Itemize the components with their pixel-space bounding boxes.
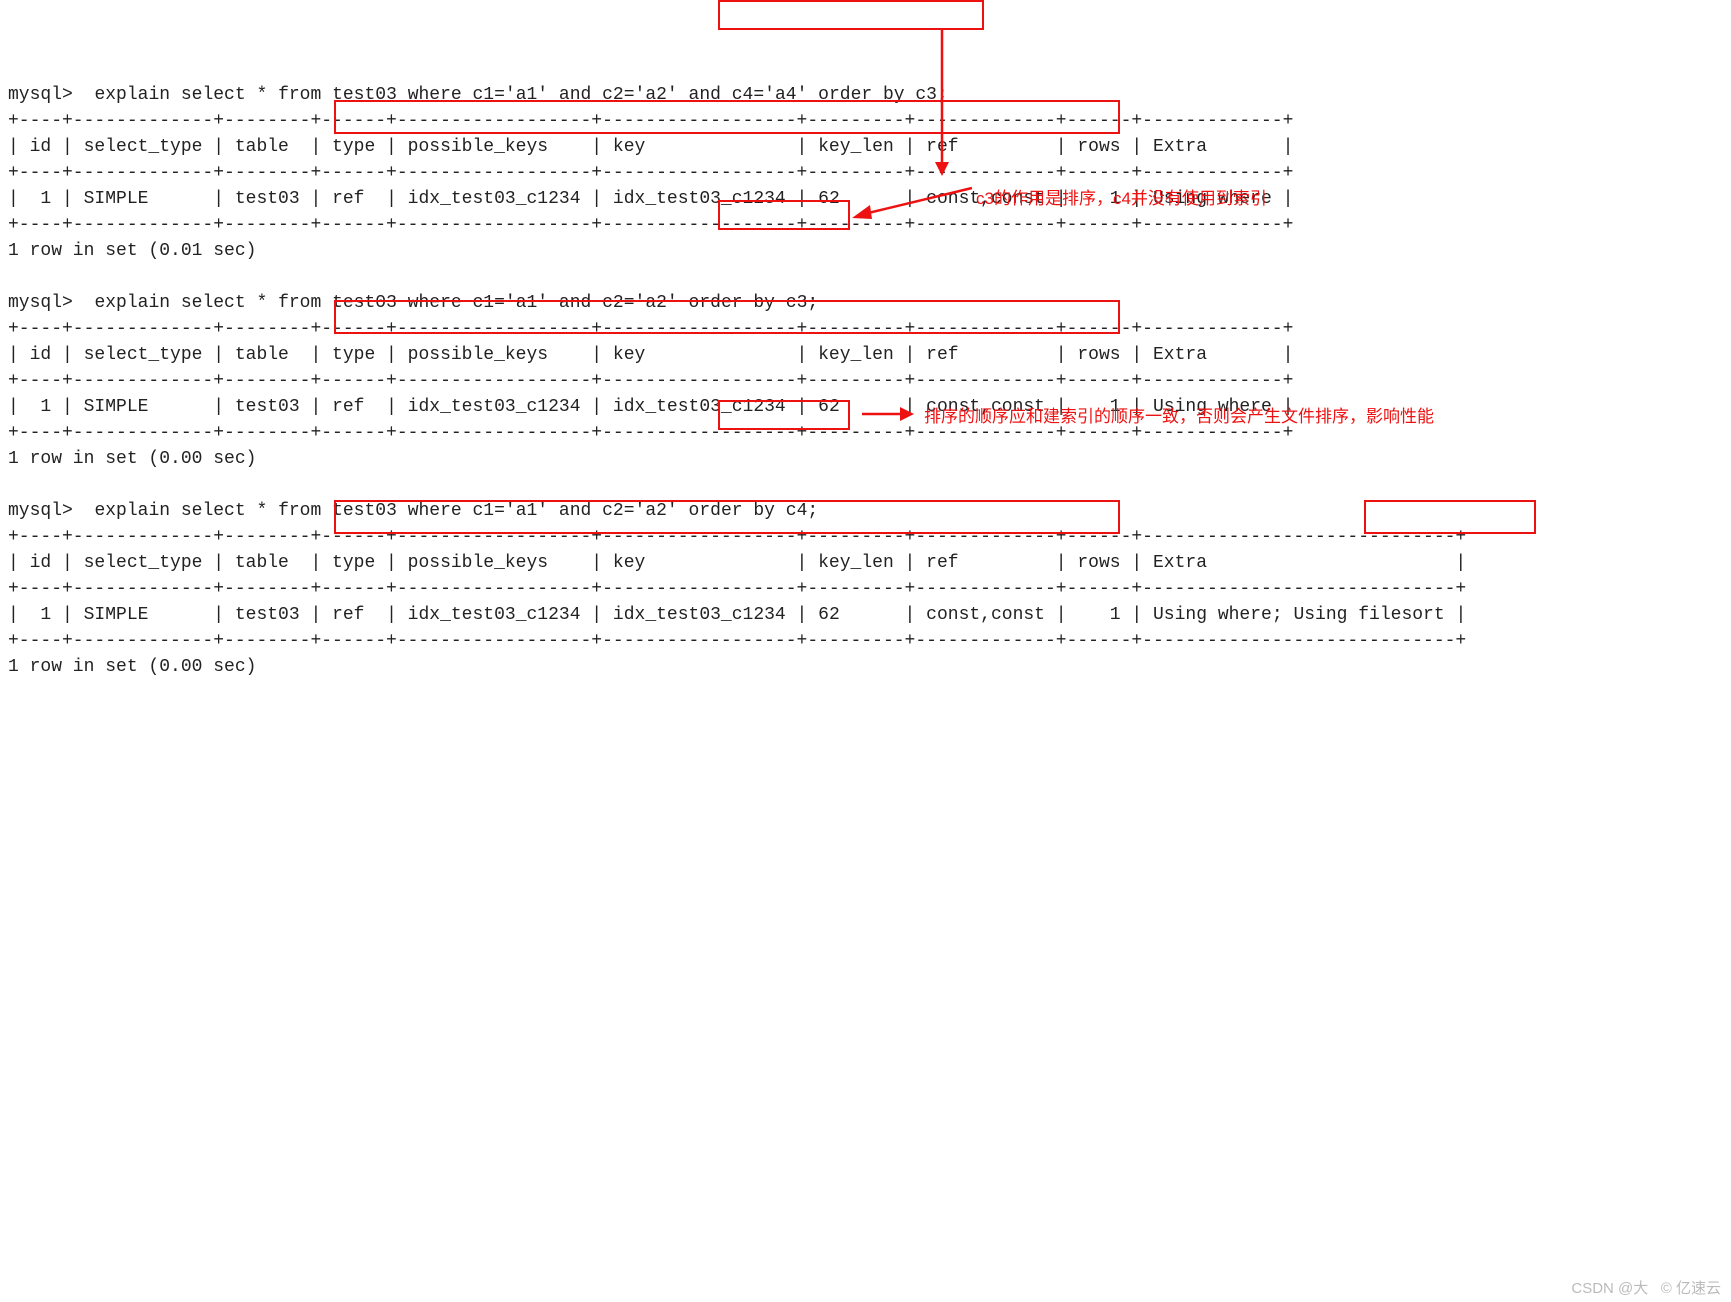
mysql-prompt: mysql> xyxy=(8,85,84,105)
highlight-box-sql2 xyxy=(718,200,850,230)
arrow-left-icon xyxy=(852,180,974,220)
table-border: +----+-------------+--------+------+----… xyxy=(8,215,1293,235)
table-row-2: | 1 | SIMPLE | test03 | xyxy=(8,397,332,417)
watermark: CSDN @大 © 亿速云 xyxy=(1571,1276,1721,1302)
table-header-1: | id | select_type | table | type | poss… xyxy=(8,137,1293,157)
result-footer-2: 1 row in set (0.00 sec) xyxy=(8,449,256,469)
result-footer-3: 1 row in set (0.00 sec) xyxy=(8,657,256,677)
table-header-3: | id | select_type | table | type | poss… xyxy=(8,553,1466,573)
arrow-right-icon xyxy=(862,404,914,424)
highlight-box-sql1 xyxy=(718,0,984,30)
annotation-1: c3的作用是排序，c4并没有使用到索引 xyxy=(976,186,1267,212)
table-row-3: | 1 | SIMPLE | test03 | xyxy=(8,605,332,625)
table-row-1: | 1 | SIMPLE | test03 | xyxy=(8,189,332,209)
highlight-box-filesort xyxy=(1364,500,1536,534)
arrow-down-icon xyxy=(932,28,952,176)
table-border: +----+-------------+--------+------+----… xyxy=(8,579,1466,599)
table-border: +----+-------------+--------+------+----… xyxy=(8,371,1293,391)
highlight-box-row1 xyxy=(334,100,1120,134)
result-footer-1: 1 row in set (0.01 sec) xyxy=(8,241,256,261)
table-border: +----+-------------+--------+------+----… xyxy=(8,163,1293,183)
mysql-prompt: mysql> xyxy=(8,293,84,313)
table-header-2: | id | select_type | table | type | poss… xyxy=(8,345,1293,365)
table-border: +----+-------------+--------+------+----… xyxy=(8,631,1466,651)
filesort-highlight: Using filesort xyxy=(1293,605,1444,625)
annotation-2: 排序的顺序应和建索引的顺序一致，否则会产生文件排序，影响性能 xyxy=(924,404,1434,430)
highlight-box-row3 xyxy=(334,500,1120,534)
mysql-prompt: mysql> xyxy=(8,501,84,521)
terminal-output: mysql> explain select * from test03 wher… xyxy=(8,85,1466,677)
row-highlight-3: ref | idx_test03_c1234 | idx_test03_c123… xyxy=(332,605,1045,625)
highlight-box-row2 xyxy=(334,300,1120,334)
highlight-box-sql3 xyxy=(718,400,850,430)
